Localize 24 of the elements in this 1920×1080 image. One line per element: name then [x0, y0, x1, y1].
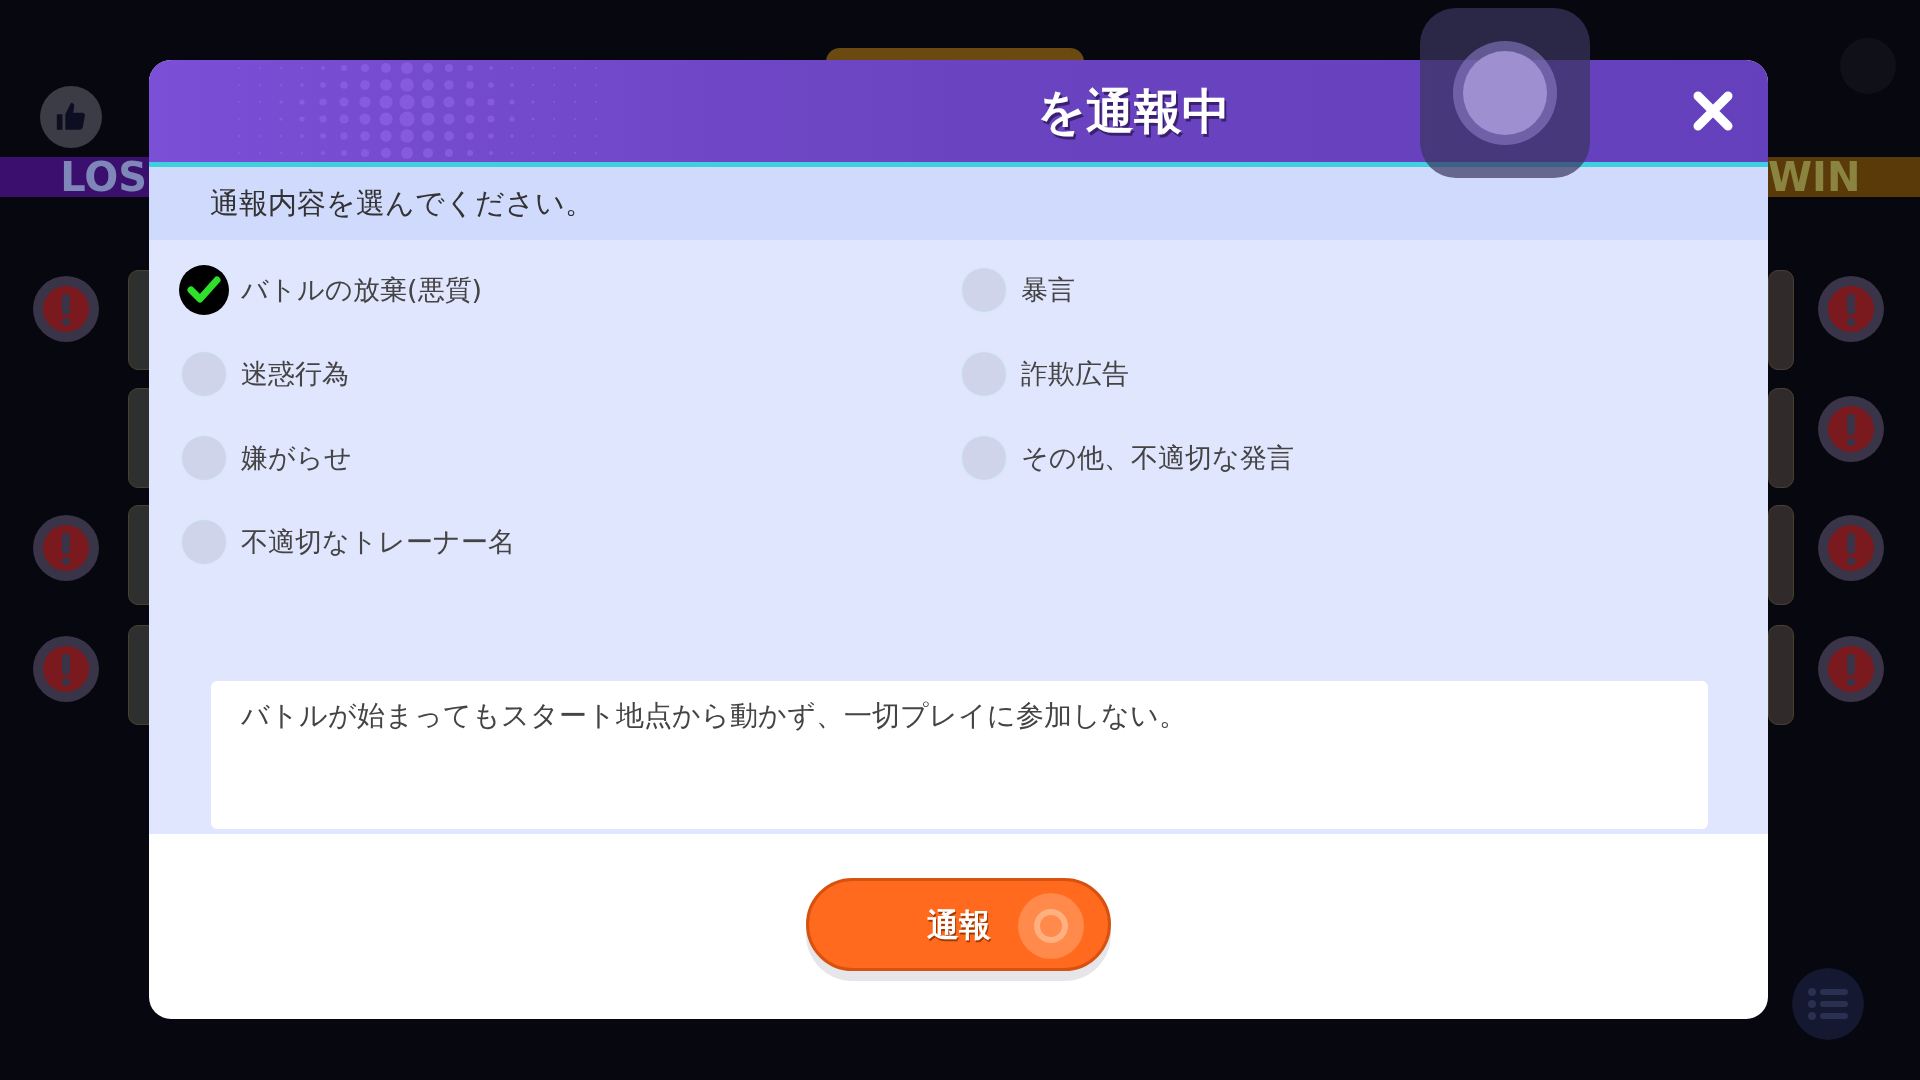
report-reason-option[interactable]: バトルの放棄(悪質) [179, 265, 959, 315]
ball-emblem-icon [1016, 891, 1086, 961]
list-icon [1808, 988, 1848, 1020]
floating-touch-button[interactable] [1420, 8, 1590, 178]
close-icon [1692, 90, 1734, 132]
exclamation-icon [1827, 645, 1875, 693]
exclamation-icon [42, 524, 90, 572]
instruction-text: 通報内容を選んでください。 [210, 184, 594, 222]
report-reason-option[interactable]: 嫌がらせ [179, 433, 959, 483]
report-reason-option[interactable]: 暴言 [958, 265, 1738, 315]
dialog-title: を通報中 [1037, 87, 1230, 135]
report-reason-option[interactable]: 詐欺広告 [958, 349, 1738, 399]
exclamation-icon [1827, 285, 1875, 333]
exclamation-icon [42, 645, 90, 693]
result-label: WIN [1768, 157, 1861, 197]
exclamation-icon [42, 285, 90, 333]
report-reason-option[interactable]: 不適切なトレーナー名 [179, 517, 959, 567]
report-reason-option[interactable]: 迷惑行為 [179, 349, 959, 399]
result-label: LOS [60, 157, 147, 197]
exclamation-icon [1827, 524, 1875, 572]
checked-radio-icon [179, 265, 229, 315]
comment-field[interactable]: バトルが始まってもスタート地点から動かず、一切プレイに参加しない。 [211, 681, 1708, 829]
report-reason-option[interactable]: その他、不適切な発言 [958, 433, 1738, 483]
exclamation-icon [1827, 405, 1875, 453]
